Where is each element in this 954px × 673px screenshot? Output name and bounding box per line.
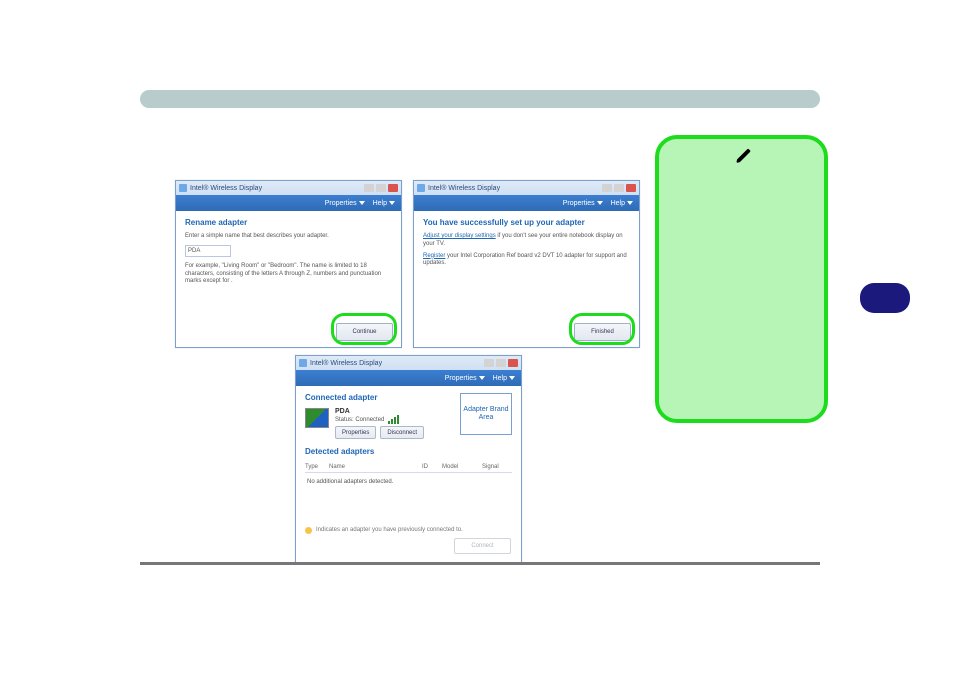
help-menu[interactable]: Help	[493, 375, 515, 382]
window-title: Intel® Wireless Display	[428, 185, 500, 192]
chevron-down-icon	[597, 201, 603, 205]
col-model: Model	[442, 464, 482, 470]
chevron-down-icon	[389, 201, 395, 205]
close-icon[interactable]	[508, 359, 518, 367]
adapter-status: Status: Connected	[335, 415, 424, 424]
previous-connection-note: Indicates an adapter you have previously…	[305, 527, 512, 534]
col-id: ID	[422, 464, 442, 470]
signal-bars-icon	[388, 415, 399, 424]
minimize-icon[interactable]	[364, 184, 374, 192]
register-link[interactable]: Register	[423, 253, 445, 259]
success-screenshot: Intel® Wireless Display Properties Help …	[413, 180, 640, 348]
rename-prompt: Enter a simple name that best describes …	[185, 233, 392, 241]
disconnect-button[interactable]: Disconnect	[380, 426, 424, 439]
adjust-display-line: Adjust your display settings if you don'…	[423, 233, 630, 249]
col-name: Name	[329, 464, 422, 470]
close-icon[interactable]	[388, 184, 398, 192]
adapter-thumb-icon	[305, 408, 329, 428]
help-menu[interactable]: Help	[373, 200, 395, 207]
window-controls	[484, 359, 518, 367]
maximize-icon[interactable]	[614, 184, 624, 192]
properties-menu[interactable]: Properties	[563, 200, 603, 207]
adapter-table-header: Type Name ID Model Signal	[305, 462, 512, 473]
properties-menu[interactable]: Properties	[325, 200, 365, 207]
chevron-down-icon	[627, 201, 633, 205]
toolbar: Properties Help	[414, 195, 639, 211]
window-controls	[602, 184, 636, 192]
rename-adapter-screenshot: Intel® Wireless Display Properties Help …	[175, 180, 402, 348]
adapter-name-input[interactable]: PDA	[185, 245, 231, 257]
maximize-icon[interactable]	[496, 359, 506, 367]
chevron-down-icon	[359, 201, 365, 205]
adjust-display-link[interactable]: Adjust your display settings	[423, 233, 496, 239]
no-adapters-text: No additional adapters detected.	[305, 473, 512, 487]
maximize-icon[interactable]	[376, 184, 386, 192]
window-titlebar: Intel® Wireless Display	[296, 356, 521, 370]
finished-button[interactable]: Finished	[574, 323, 631, 341]
help-menu[interactable]: Help	[611, 200, 633, 207]
toolbar: Properties Help	[176, 195, 401, 211]
window-titlebar: Intel® Wireless Display	[414, 181, 639, 195]
side-tab-pill	[860, 283, 910, 313]
success-heading: You have successfully set up your adapte…	[423, 218, 630, 227]
page-header-bar	[140, 90, 820, 108]
window-title: Intel® Wireless Display	[310, 360, 382, 367]
page-footer-rule	[140, 562, 820, 565]
col-signal: Signal	[482, 464, 512, 470]
col-type: Type	[305, 464, 329, 470]
adapter-properties-button[interactable]: Properties	[335, 426, 376, 439]
note-callout-box	[655, 135, 828, 423]
minimize-icon[interactable]	[484, 359, 494, 367]
window-controls	[364, 184, 398, 192]
connected-adapter-screenshot: Intel® Wireless Display Properties Help …	[295, 355, 522, 563]
adapter-brand-area: Adapter Brand Area	[460, 393, 512, 435]
chevron-down-icon	[509, 376, 515, 380]
pencil-icon	[735, 147, 753, 165]
app-icon	[299, 359, 307, 367]
register-line: Register your Intel Corporation Ref boar…	[423, 253, 630, 269]
continue-button[interactable]: Continue	[336, 323, 393, 341]
connect-button-disabled: Connect	[454, 538, 511, 554]
window-titlebar: Intel® Wireless Display	[176, 181, 401, 195]
window-title: Intel® Wireless Display	[190, 185, 262, 192]
app-icon	[417, 184, 425, 192]
previous-indicator-icon	[305, 527, 312, 534]
detected-heading: Detected adapters	[305, 447, 512, 456]
rename-hint: For example, "Living Room" or "Bedroom".…	[185, 263, 392, 286]
app-icon	[179, 184, 187, 192]
rename-heading: Rename adapter	[185, 218, 392, 227]
toolbar: Properties Help	[296, 370, 521, 386]
close-icon[interactable]	[626, 184, 636, 192]
minimize-icon[interactable]	[602, 184, 612, 192]
chevron-down-icon	[479, 376, 485, 380]
properties-menu[interactable]: Properties	[445, 375, 485, 382]
adapter-name: PDA	[335, 408, 424, 415]
